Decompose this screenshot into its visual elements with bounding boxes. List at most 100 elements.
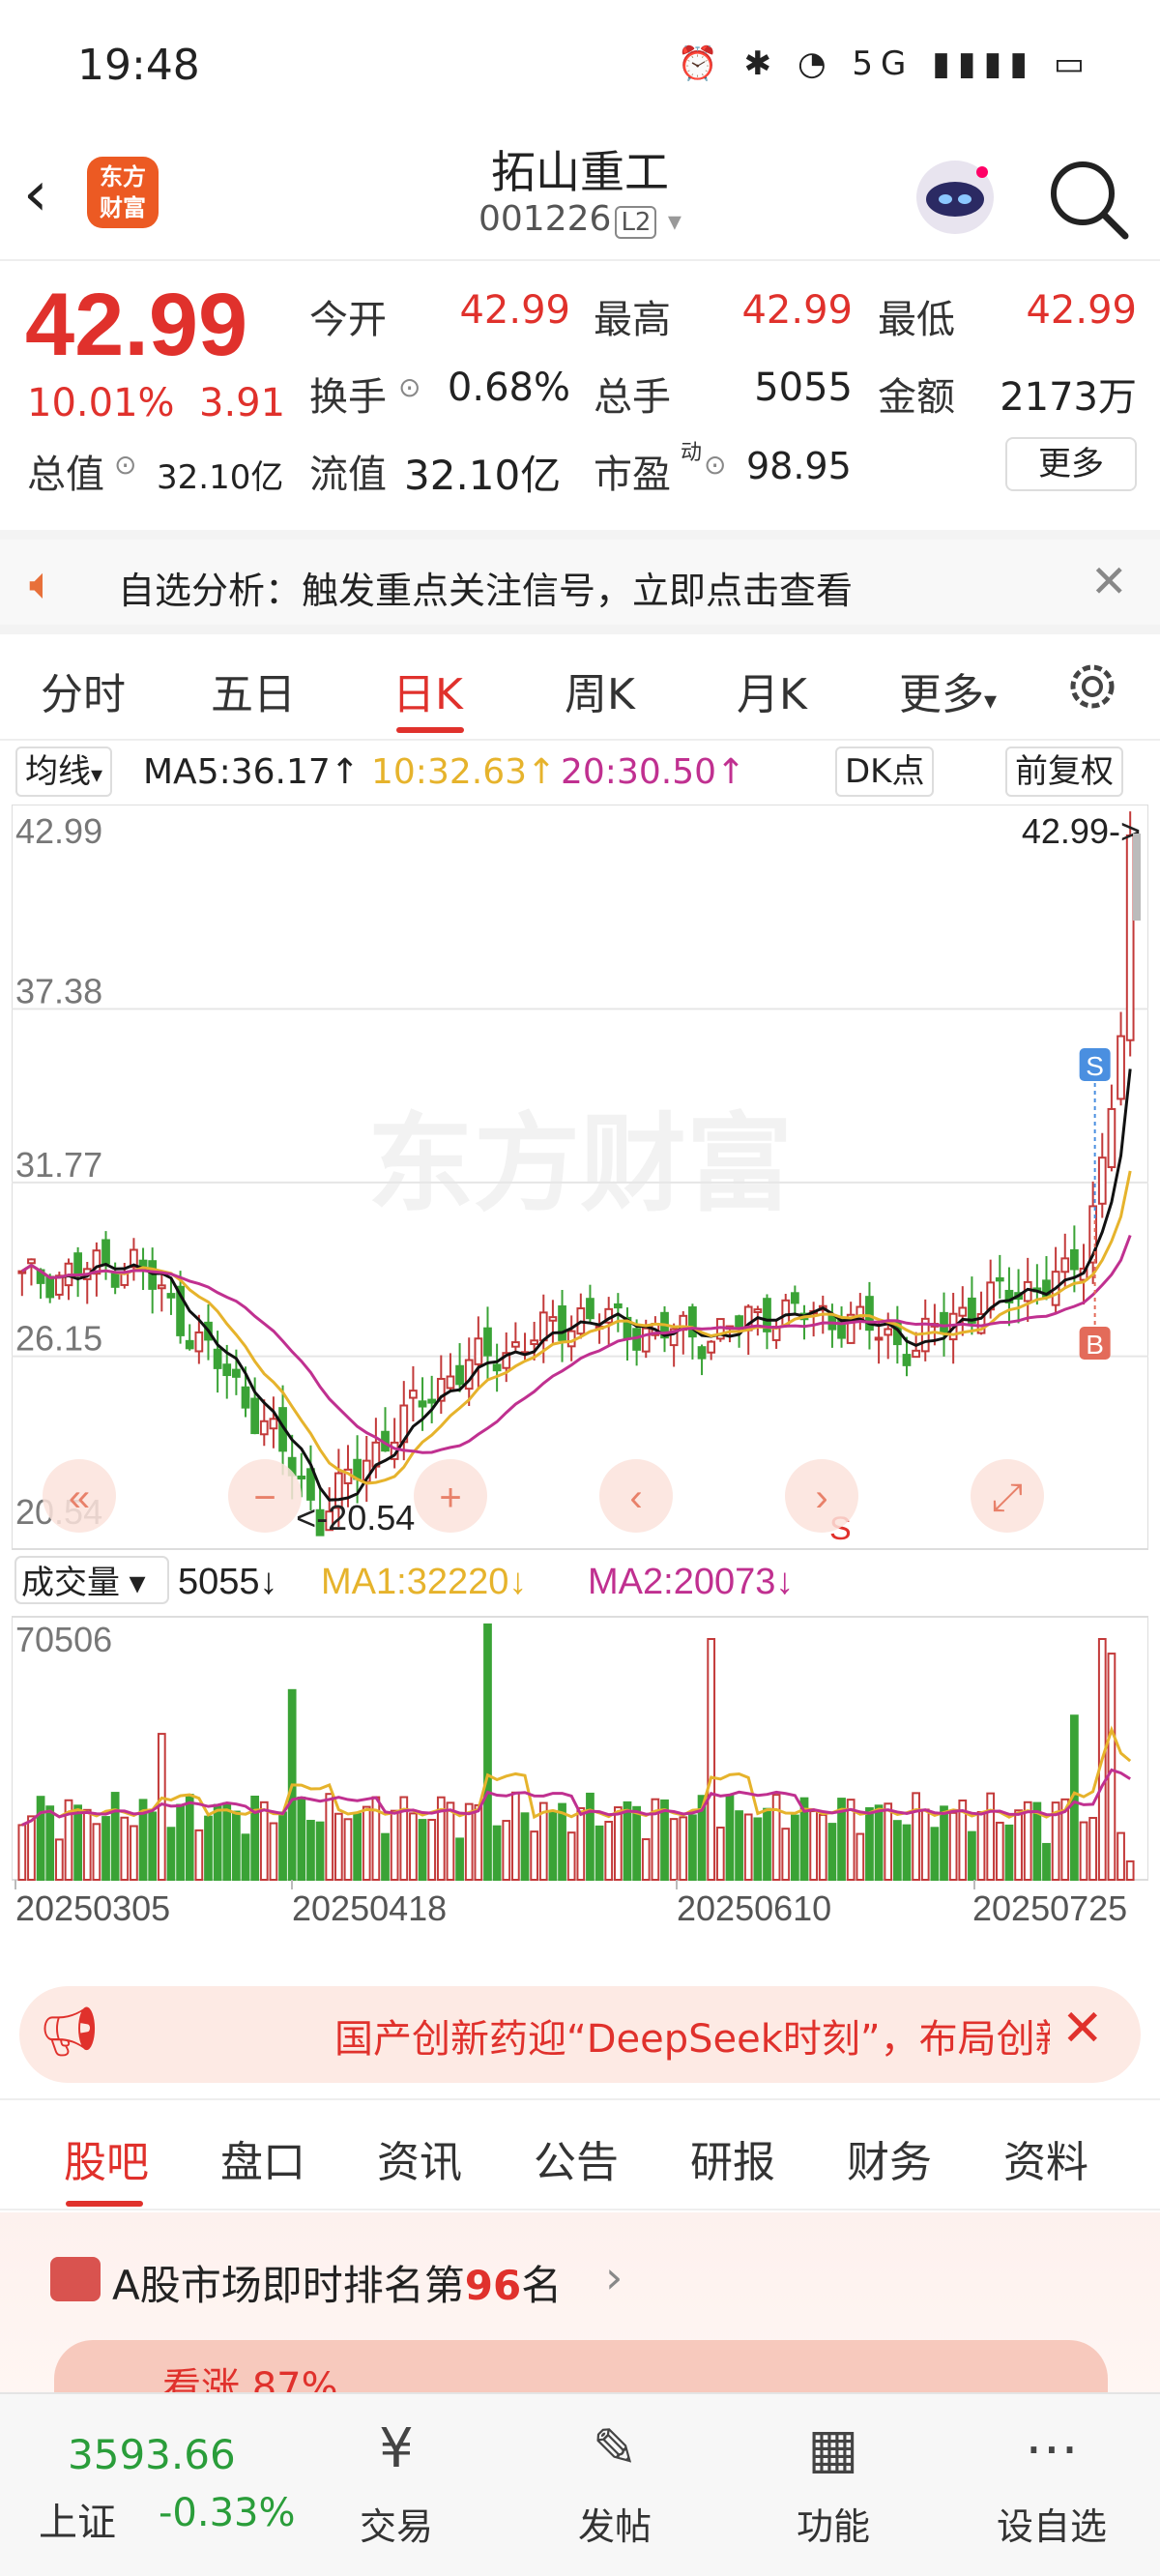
tab-more[interactable]: 更多▾: [899, 659, 997, 721]
volume-bar: [148, 1811, 158, 1882]
volume-bar: [92, 1823, 102, 1881]
ma-select-label: 均线: [25, 752, 91, 791]
volume-bar: [902, 1824, 912, 1881]
tab-five-day[interactable]: 五日: [211, 659, 296, 721]
nav-post[interactable]: ✎ 发帖: [547, 2415, 682, 2550]
yen-icon: ¥: [379, 2417, 414, 2480]
candle-body: [73, 1252, 82, 1276]
volume-bar: [27, 1815, 36, 1882]
ranking-text: A股市场即时排名第96名: [112, 2253, 562, 2312]
volume-bar: [130, 1825, 138, 1881]
period-tabs: 分时 五日 日K 周K 月K 更多▾: [0, 638, 1160, 741]
volume-bar: [632, 1805, 641, 1882]
nav-add-watchlist[interactable]: ⋯ 设自选: [984, 2415, 1119, 2550]
ma-select[interactable]: 均线▾: [15, 746, 113, 797]
volume-bar: [613, 1806, 623, 1882]
tab-profile[interactable]: 资料: [1003, 2127, 1088, 2189]
volume-bar: [82, 1808, 92, 1882]
assistant-robot-icon[interactable]: [909, 153, 1001, 240]
low-price-marker: <-20.54: [296, 1498, 415, 1537]
tab-monthly-k[interactable]: 月K: [737, 659, 807, 721]
volume-bar: [502, 1820, 511, 1882]
back-icon[interactable]: ‹: [23, 161, 72, 228]
volume-bar: [548, 1811, 558, 1881]
tab-news[interactable]: 资讯: [377, 2127, 462, 2189]
volume-bar: [623, 1800, 632, 1881]
stock-code[interactable]: 001226 L2 ▾: [387, 199, 773, 239]
tab-daily-k[interactable]: 日K: [392, 659, 463, 721]
volume-bar: [269, 1822, 278, 1882]
high-label: 最高: [594, 298, 671, 342]
candle-body: [259, 1420, 269, 1436]
tab-timeshare[interactable]: 分时: [41, 659, 126, 721]
kline-chart[interactable]: 东方财富42.9937.3831.7726.1520.5442.99-><-20…: [12, 805, 1148, 1975]
candle-body: [102, 1239, 110, 1265]
promo-banner[interactable]: 📢︎ 国产创新药迎“DeepSeek时刻”，布局创新药 ✕: [19, 1986, 1141, 2083]
close-icon[interactable]: ✕: [1061, 2000, 1104, 2058]
volume-bar: [176, 1803, 185, 1881]
candle-body: [492, 1363, 502, 1372]
volume-bar: [809, 1810, 819, 1881]
nav-trade[interactable]: ¥ 交易: [329, 2415, 464, 2550]
volume-bar: [986, 1792, 996, 1881]
candle-body: [1097, 1156, 1107, 1205]
volume-ma2-value: MA2:20073↓: [588, 1562, 794, 1602]
info-icon[interactable]: ⊙: [114, 449, 136, 481]
volume-bar: [781, 1828, 791, 1882]
volume-bar: [1079, 1821, 1088, 1882]
volume-bar: [54, 1838, 64, 1881]
ranking-suffix: 名: [521, 2262, 563, 2309]
tab-announcement[interactable]: 公告: [534, 2127, 619, 2189]
volume-bar: [306, 1820, 315, 1881]
volume-bar: [586, 1792, 594, 1881]
tab-weekly-k[interactable]: 周K: [565, 659, 635, 721]
candle-body: [707, 1340, 716, 1354]
index-value[interactable]: 3593.66: [68, 2431, 236, 2478]
info-icon[interactable]: ⊙: [704, 449, 726, 481]
bottom-nav: 3593.66 上证 -0.33% ¥ 交易 ✎ 发帖 ▦ 功能 ⋯ 设自选: [0, 2392, 1160, 2576]
latest-price-marker: 42.99->: [1022, 811, 1141, 851]
candle-body: [753, 1308, 763, 1313]
nav-functions[interactable]: ▦ 功能: [766, 2415, 901, 2550]
dk-point-button[interactable]: DK点: [835, 746, 935, 797]
tab-guba[interactable]: 股吧: [64, 2127, 149, 2189]
volume-bar: [558, 1802, 566, 1882]
adjust-button[interactable]: 前复权: [1005, 746, 1123, 797]
more-button[interactable]: 更多: [1005, 437, 1137, 491]
gear-icon[interactable]: [1063, 658, 1121, 716]
volume-bar: [930, 1827, 940, 1881]
tab-research[interactable]: 研报: [690, 2127, 775, 2189]
status-time: 19:48: [77, 41, 200, 90]
volume-bar: [278, 1811, 287, 1881]
volume-bar: [17, 1824, 27, 1881]
ranking-card[interactable]: A股市场即时排名第96名 › 看涨 87%: [0, 2212, 1160, 2417]
volume-bar: [483, 1623, 492, 1881]
float-value: 32.10亿: [404, 452, 562, 499]
analysis-notice[interactable]: 🔈︎ 自选分析：触发重点关注信号，立即点击查看 ✕: [0, 530, 1160, 634]
volume-bar: [194, 1829, 204, 1882]
tab-pankou[interactable]: 盘口: [220, 2127, 305, 2189]
volume-bar: [334, 1812, 343, 1881]
close-icon[interactable]: ✕: [1090, 555, 1128, 607]
total-value: 32.10亿: [157, 458, 284, 497]
volume-ma1-value: MA1:32220↓: [321, 1562, 527, 1602]
volume-bar: [1125, 1859, 1135, 1881]
watermark: 东方财富: [367, 1105, 793, 1224]
candle-body: [735, 1315, 743, 1329]
indicator-row: 均线▾ MA5:36.17↑ 10:32.63↑ 20:30.50↑ DK点 前…: [0, 743, 1160, 801]
low-value: 42.99: [1026, 288, 1137, 333]
candle-body: [874, 1336, 884, 1341]
turnover-label: 换手: [309, 375, 387, 420]
candle-body: [884, 1328, 893, 1336]
amount-value: 2173万: [1000, 375, 1137, 420]
turnover-value: 0.68%: [447, 366, 570, 410]
index-name[interactable]: 上证: [39, 2491, 116, 2547]
tab-finance[interactable]: 财务: [847, 2127, 932, 2189]
candle-body: [232, 1368, 241, 1378]
pe-label: 市盈: [594, 453, 671, 497]
search-icon[interactable]: [1044, 155, 1131, 242]
volume-bar: [1116, 1831, 1125, 1881]
notice-text: 自选分析：触发重点关注信号，立即点击查看: [118, 570, 854, 612]
info-icon[interactable]: ⊙: [398, 371, 420, 403]
index-change: -0.33%: [159, 2491, 296, 2535]
